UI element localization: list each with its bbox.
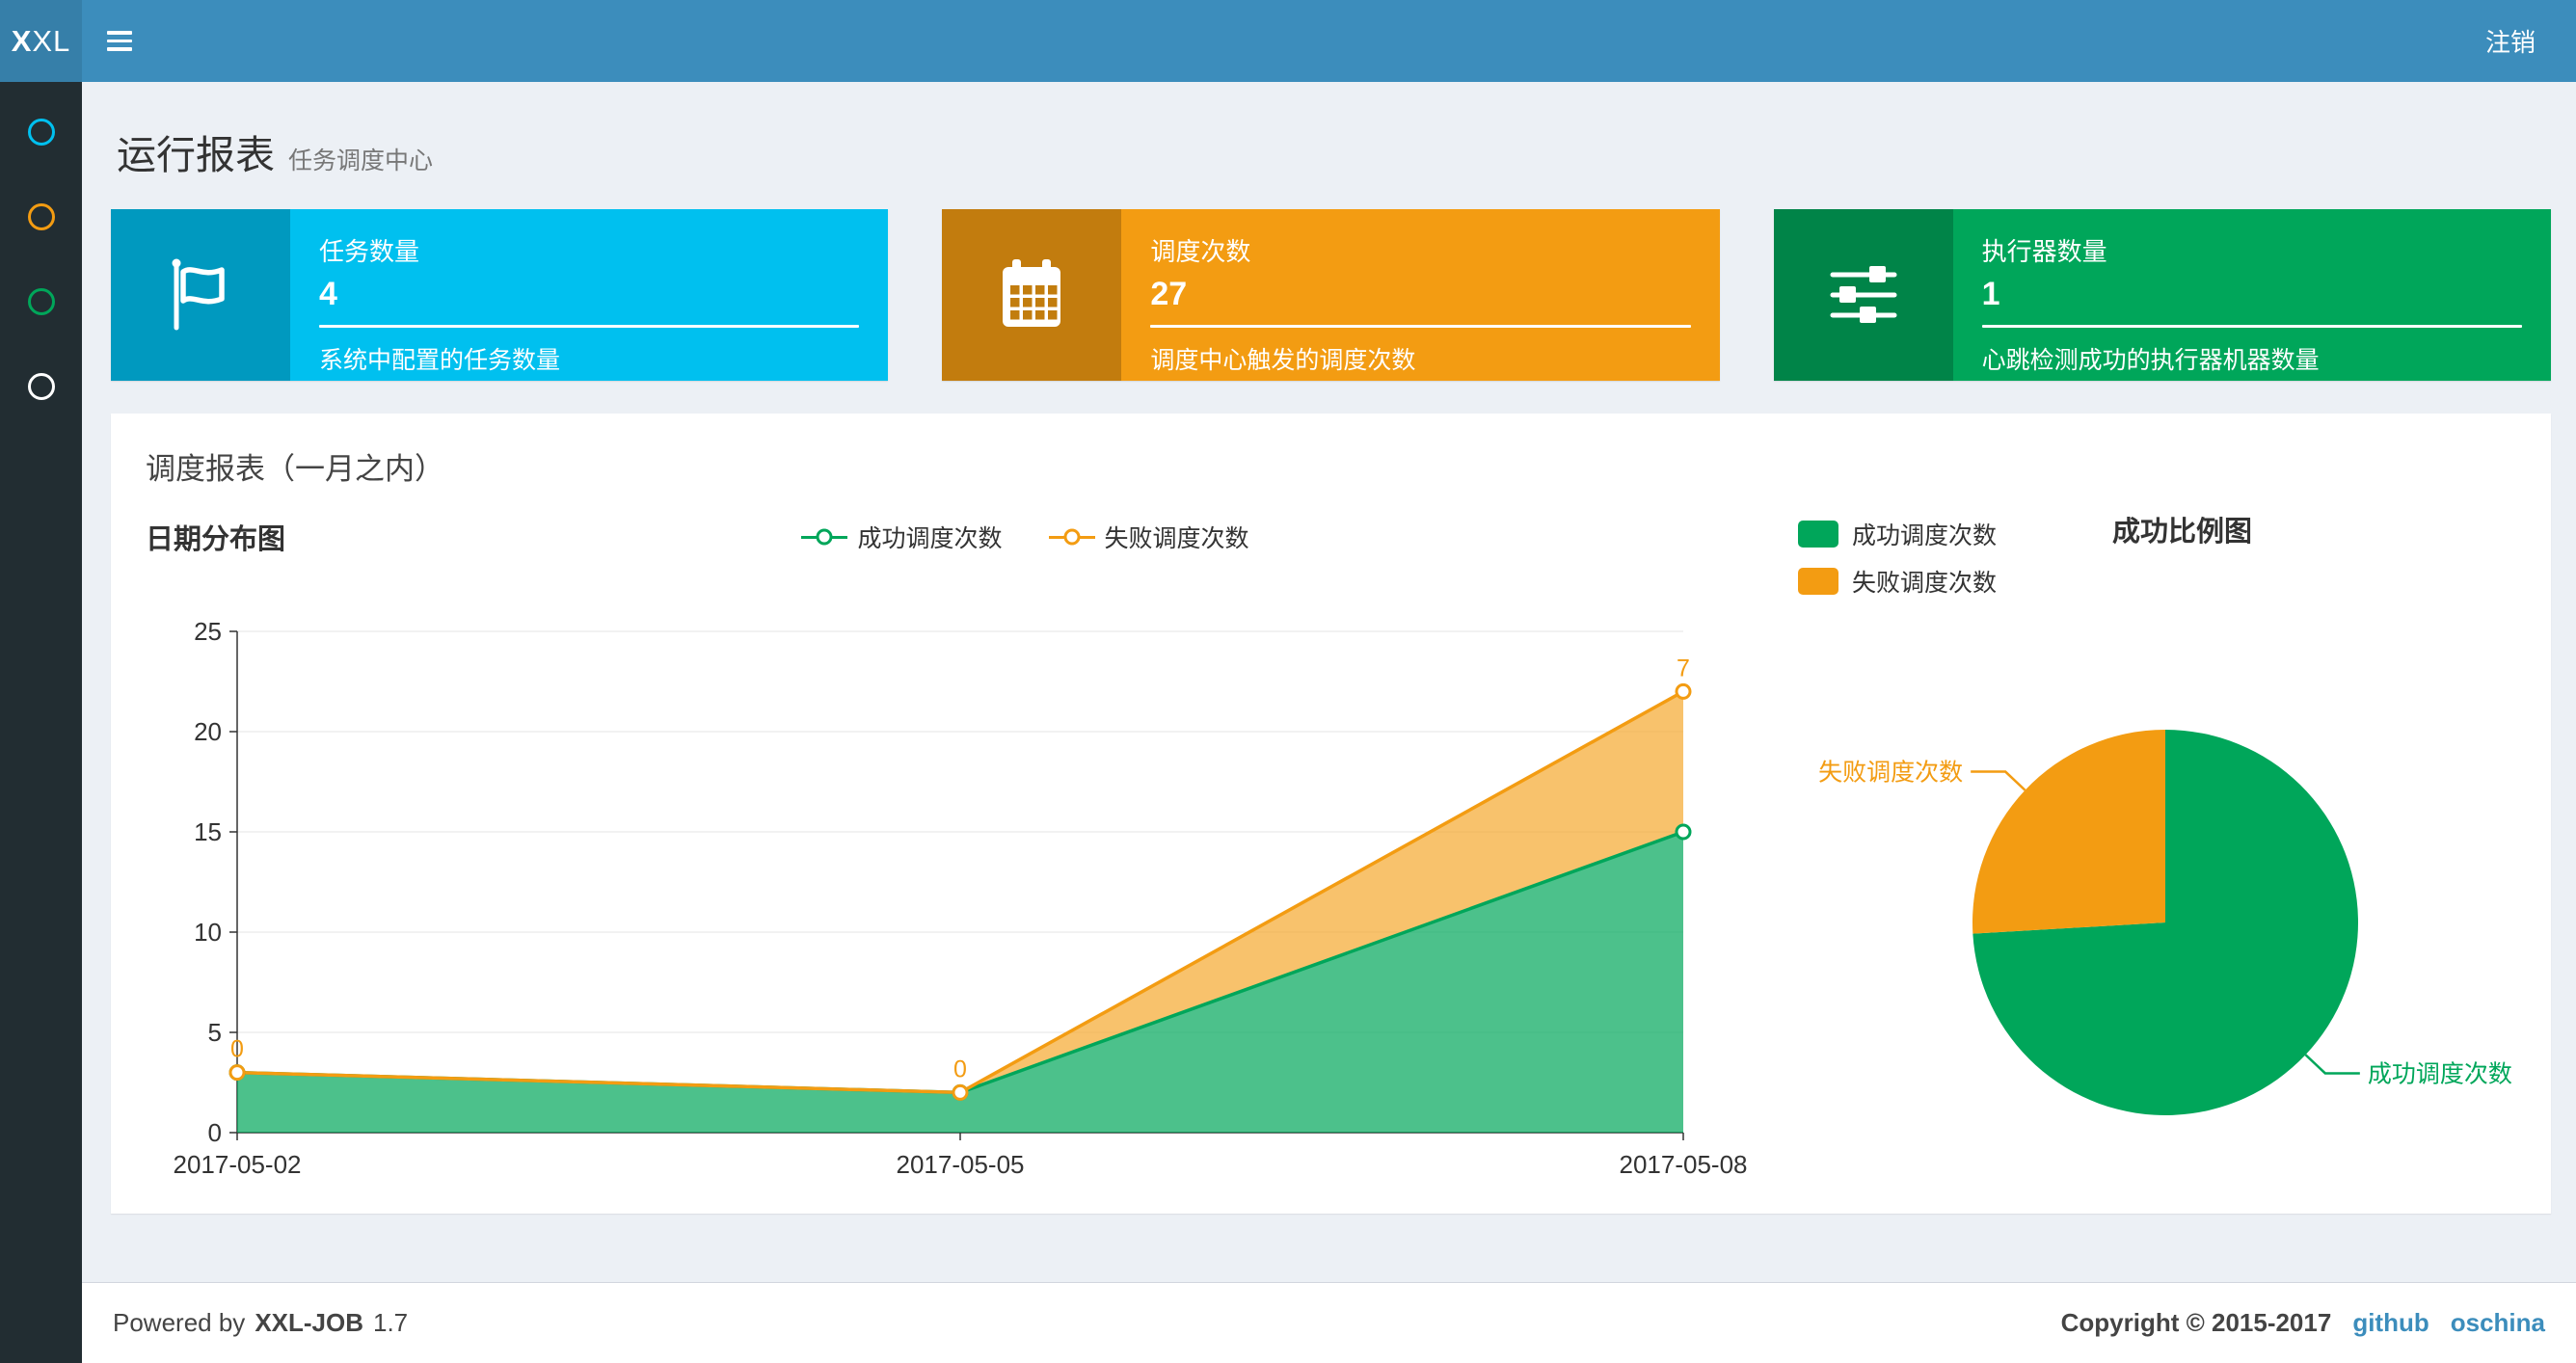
svg-text:0: 0 [230, 1036, 244, 1063]
info-box-divider [1150, 325, 1691, 328]
sidebar-toggle-button[interactable] [82, 0, 157, 82]
info-box-jobs: 任务数量 4 系统中配置的任务数量 [111, 209, 889, 381]
page-header: 运行报表 任务调度中心 [82, 82, 2576, 180]
info-box-body: 任务数量 4 系统中配置的任务数量 [290, 209, 888, 381]
pie-chart-svg: 成功调度次数 失败调度次数 [1818, 730, 2512, 1115]
circle-icon [27, 203, 55, 230]
footer-links: github oschina [2352, 1308, 2545, 1338]
date-distribution-chart: 日期分布图 成功调度次数 失败调度次数 0 5 10 15 20 25 2017… [146, 517, 1765, 1214]
info-box-divider [319, 325, 860, 328]
content-area: 运行报表 任务调度中心 任务数量 4 系统中配置的任务数量 调度次数 27 调度… [82, 82, 2576, 1282]
hamburger-icon [107, 31, 132, 51]
svg-text:0: 0 [953, 1056, 967, 1082]
legend-item-fail[interactable]: 失败调度次数 [1798, 564, 1997, 599]
info-box-body: 调度次数 27 调度中心触发的调度次数 [1121, 209, 1719, 381]
legend-label: 失败调度次数 [1852, 570, 1998, 597]
sidebar-item-2[interactable] [0, 188, 82, 246]
product-name: XXL-JOB [255, 1308, 363, 1337]
success-ratio-chart: 成功调度次数 失败调度次数 成功比例图 成功调度次数 失败调度次数 [1765, 517, 2522, 1214]
svg-text:失败调度次数: 失败调度次数 [1818, 760, 1963, 787]
sidebar-item-3[interactable] [0, 273, 82, 331]
line-chart-legend: 成功调度次数 失败调度次数 [285, 520, 1765, 554]
app-logo[interactable]: X XL [0, 0, 82, 82]
line-marker-icon [1048, 527, 1095, 547]
svg-text:0: 0 [208, 1118, 222, 1147]
logo-text-bold: X [11, 23, 33, 58]
legend-label: 成功调度次数 [857, 525, 1003, 552]
charts-row: 日期分布图 成功调度次数 失败调度次数 0 5 10 15 20 25 2017… [111, 503, 2551, 1214]
circle-icon [27, 373, 55, 400]
pie-chart-legend: 成功调度次数 失败调度次数 [1798, 517, 1997, 599]
product-version: 1.7 [373, 1308, 409, 1337]
svg-text:20: 20 [194, 717, 222, 746]
svg-text:15: 15 [194, 817, 222, 846]
pie-chart-title: 成功比例图 [2112, 517, 2253, 548]
svg-text:25: 25 [194, 617, 222, 646]
powered-by-text: Powered by [113, 1308, 246, 1337]
github-link[interactable]: github [2352, 1308, 2428, 1338]
oschina-link[interactable]: oschina [2451, 1308, 2545, 1338]
info-box-row: 任务数量 4 系统中配置的任务数量 调度次数 27 调度中心触发的调度次数 执行… [111, 209, 2551, 381]
svg-text:成功调度次数: 成功调度次数 [2368, 1060, 2512, 1087]
info-box-title: 调度次数 [1150, 237, 1251, 266]
circle-icon [27, 119, 55, 146]
legend-swatch-icon [1798, 568, 1838, 595]
report-panel-title: 调度报表（一月之内） [146, 452, 444, 486]
legend-item-fail[interactable]: 失败调度次数 [1048, 520, 1249, 554]
sliders-icon [1773, 209, 1953, 381]
pie-chart-header: 成功调度次数 失败调度次数 成功比例图 [1798, 517, 2522, 599]
calendar-icon [942, 209, 1122, 381]
svg-text:10: 10 [194, 918, 222, 947]
info-box-title: 执行器数量 [1981, 237, 2107, 266]
logo-text-rest: XL [32, 23, 71, 58]
legend-item-success[interactable]: 成功调度次数 [801, 520, 1003, 554]
info-box-body: 执行器数量 1 心跳检测成功的执行器机器数量 [1953, 209, 2551, 381]
info-box-executors: 执行器数量 1 心跳检测成功的执行器机器数量 [1773, 209, 2551, 381]
copyright-text: Copyright © 2015-2017 [2060, 1308, 2332, 1337]
info-box-title: 任务数量 [319, 237, 420, 266]
info-box-value: 1 [1981, 276, 2000, 312]
info-box-description: 调度中心触发的调度次数 [1150, 347, 1416, 374]
legend-item-success[interactable]: 成功调度次数 [1798, 517, 1997, 551]
line-chart-svg: 05101520252017-05-02 2017-05-05 2017-05-08… [174, 617, 1748, 1179]
svg-text:2017-05-08: 2017-05-08 [1620, 1150, 1748, 1179]
svg-text:2017-05-05: 2017-05-05 [897, 1150, 1025, 1179]
sidebar-item-1[interactable] [0, 103, 82, 161]
svg-text:2017-05-02: 2017-05-02 [174, 1150, 302, 1179]
info-box-description: 系统中配置的任务数量 [319, 347, 561, 374]
top-navbar: X XL 注销 [0, 0, 2576, 82]
line-marker-icon [801, 527, 848, 547]
legend-swatch-icon [1798, 521, 1838, 548]
line-chart-header: 日期分布图 成功调度次数 失败调度次数 [146, 517, 1765, 557]
info-box-value: 4 [319, 276, 337, 312]
info-box-divider [1981, 325, 2522, 328]
logout-button[interactable]: 注销 [2445, 0, 2576, 82]
flag-icon [111, 209, 290, 381]
page-title: 运行报表 [117, 133, 275, 177]
footer: Powered by XXL-JOB 1.7 Copyright © 2015-… [82, 1282, 2576, 1363]
legend-label: 成功调度次数 [1852, 522, 1998, 549]
sidebar-item-4[interactable] [0, 358, 82, 415]
circle-icon [27, 288, 55, 315]
svg-text:5: 5 [208, 1018, 222, 1047]
info-box-triggers: 调度次数 27 调度中心触发的调度次数 [942, 209, 1720, 381]
page-subtitle: 任务调度中心 [288, 147, 434, 174]
report-panel: 调度报表（一月之内） 日期分布图 成功调度次数 失败调度次数 0 5 10 15… [111, 414, 2551, 1214]
info-box-description: 心跳检测成功的执行器机器数量 [1981, 347, 2320, 374]
legend-label: 失败调度次数 [1104, 525, 1249, 552]
svg-text:7: 7 [1677, 655, 1690, 682]
info-box-value: 27 [1150, 276, 1188, 312]
line-chart-title: 日期分布图 [146, 524, 286, 555]
sidebar [0, 82, 82, 1363]
